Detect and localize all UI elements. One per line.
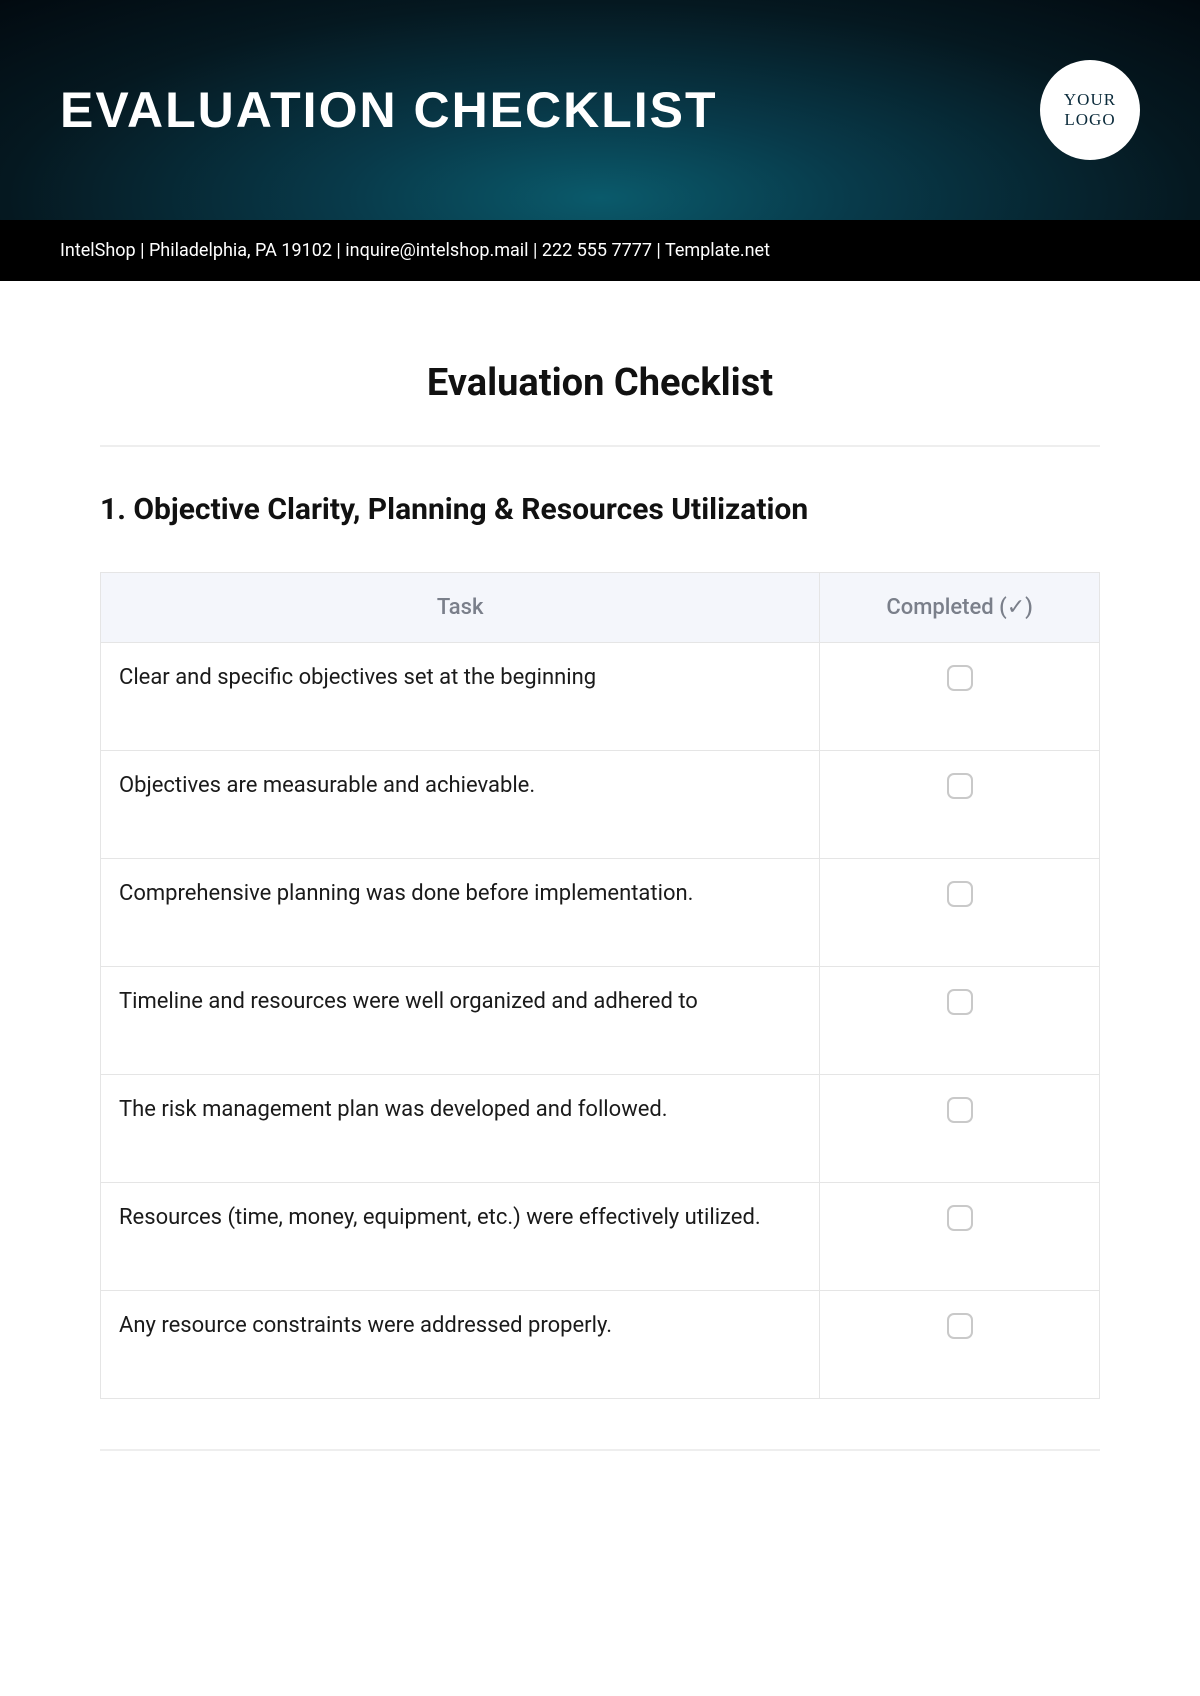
task-cell: Clear and specific objectives set at the… — [101, 643, 820, 751]
logo-placeholder: YOUR LOGO — [1040, 60, 1140, 160]
completed-cell — [820, 967, 1100, 1075]
checkbox-icon[interactable] — [947, 1097, 973, 1123]
contact-bar: IntelShop | Philadelphia, PA 19102 | inq… — [0, 220, 1200, 281]
table-row: Resources (time, money, equipment, etc.)… — [101, 1183, 1100, 1291]
task-cell: Any resource constraints were addressed … — [101, 1291, 820, 1399]
column-header-completed: Completed (✓) — [820, 573, 1100, 643]
completed-cell — [820, 859, 1100, 967]
completed-cell — [820, 751, 1100, 859]
task-cell: Resources (time, money, equipment, etc.)… — [101, 1183, 820, 1291]
completed-cell — [820, 643, 1100, 751]
task-cell: Objectives are measurable and achievable… — [101, 751, 820, 859]
logo-line2: LOGO — [1064, 110, 1115, 130]
table-row: Timeline and resources were well organiz… — [101, 967, 1100, 1075]
divider — [100, 445, 1100, 447]
document-body: Evaluation Checklist 1. Objective Clarit… — [0, 281, 1200, 1511]
document-title: Evaluation Checklist — [100, 361, 1100, 405]
column-header-task: Task — [101, 573, 820, 643]
section-heading: 1. Objective Clarity, Planning & Resourc… — [100, 492, 1100, 527]
table-row: The risk management plan was developed a… — [101, 1075, 1100, 1183]
hero-title: EVALUATION CHECKLIST — [60, 81, 718, 139]
table-row: Comprehensive planning was done before i… — [101, 859, 1100, 967]
completed-cell — [820, 1291, 1100, 1399]
task-cell: The risk management plan was developed a… — [101, 1075, 820, 1183]
completed-cell — [820, 1183, 1100, 1291]
task-cell: Comprehensive planning was done before i… — [101, 859, 820, 967]
checkbox-icon[interactable] — [947, 989, 973, 1015]
table-row: Any resource constraints were addressed … — [101, 1291, 1100, 1399]
checkbox-icon[interactable] — [947, 773, 973, 799]
completed-cell — [820, 1075, 1100, 1183]
checkbox-icon[interactable] — [947, 1313, 973, 1339]
logo-line1: YOUR — [1064, 90, 1116, 110]
checkbox-icon[interactable] — [947, 881, 973, 907]
divider — [100, 1449, 1100, 1451]
task-cell: Timeline and resources were well organiz… — [101, 967, 820, 1075]
table-row: Clear and specific objectives set at the… — [101, 643, 1100, 751]
table-row: Objectives are measurable and achievable… — [101, 751, 1100, 859]
checkbox-icon[interactable] — [947, 1205, 973, 1231]
checkbox-icon[interactable] — [947, 665, 973, 691]
checklist-table: Task Completed (✓) Clear and specific ob… — [100, 572, 1100, 1399]
hero-banner: EVALUATION CHECKLIST YOUR LOGO — [0, 0, 1200, 220]
